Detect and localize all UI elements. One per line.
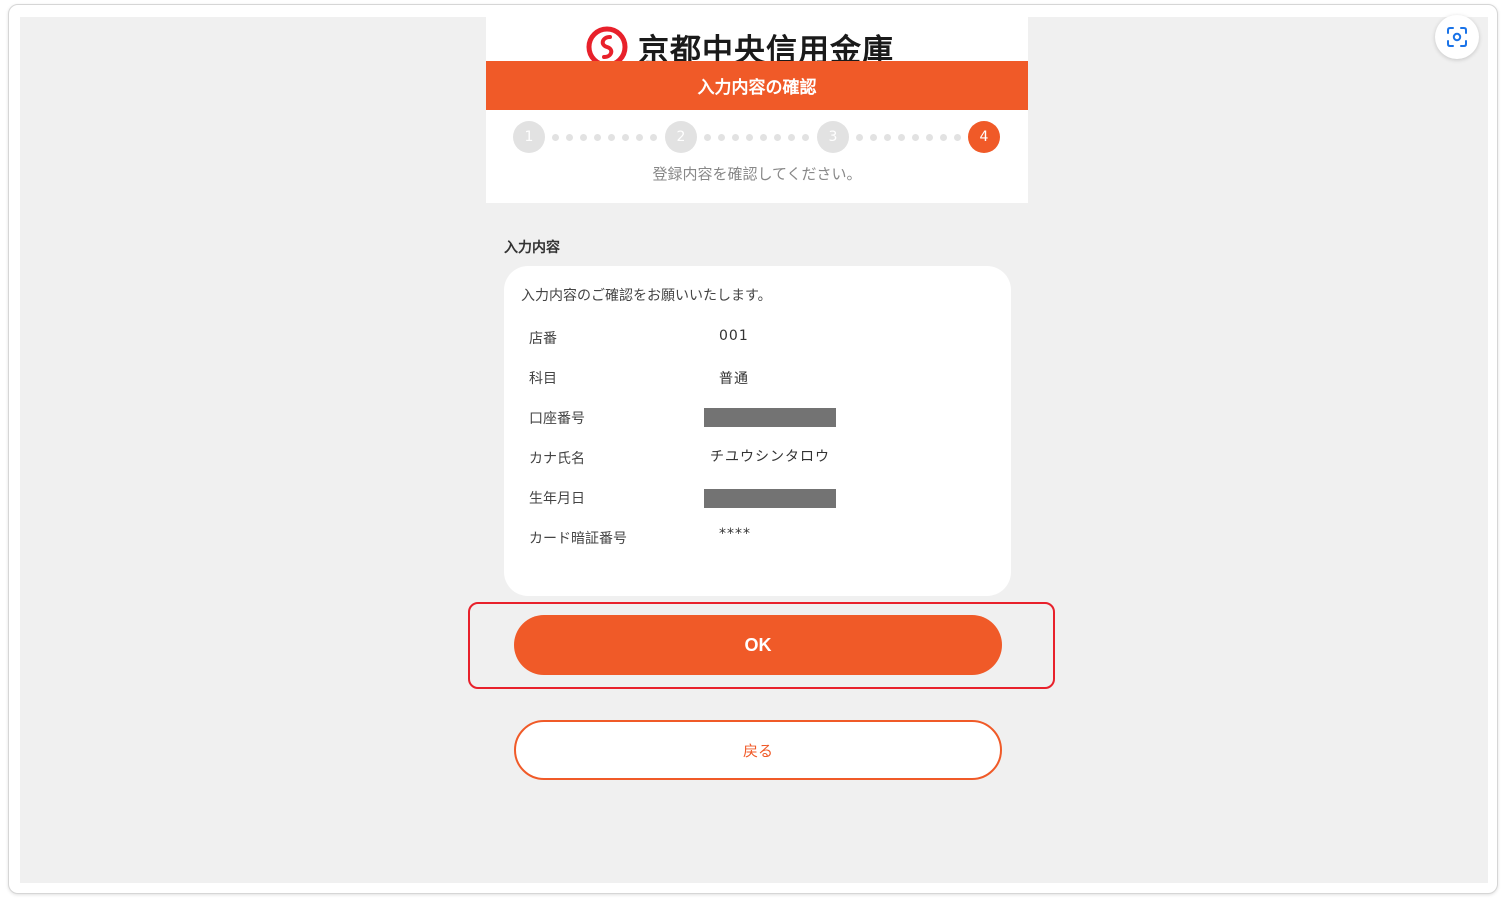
step-connector-dot [870, 134, 877, 141]
step-connector-dot [746, 134, 753, 141]
step-connector-dot [774, 134, 781, 141]
row-value-account-number-redacted [704, 408, 836, 427]
row-label-birth-date: 生年月日 [529, 491, 585, 507]
row-value-card-pin: **** [719, 526, 751, 542]
window-frame: 京都中央信用金庫 入力内容の確認 1 2 3 4 登録内容を確認してください。 … [8, 4, 1498, 894]
row-value-branch-number: 001 [719, 328, 749, 344]
step-connector-dot [718, 134, 725, 141]
step-connector-dot [940, 134, 947, 141]
step-connector-dot [580, 134, 587, 141]
section-label: 入力内容 [504, 240, 560, 256]
row-label-kana-name: カナ氏名 [529, 451, 585, 467]
step-connector-dot [856, 134, 863, 141]
step-indicator-3: 3 [817, 121, 849, 153]
row-label-branch-number: 店番 [529, 331, 557, 347]
back-button[interactable]: 戻る [514, 720, 1002, 780]
step-connector-dot [802, 134, 809, 141]
confirmation-intro: 入力内容のご確認をお願いいたします。 [521, 288, 772, 304]
row-label-account-number: 口座番号 [529, 411, 585, 427]
step-connector-dot [566, 134, 573, 141]
step-connector-dot [552, 134, 559, 141]
step-connector-dot [954, 134, 961, 141]
row-label-account-type: 科目 [529, 371, 557, 387]
page-title-banner: 入力内容の確認 [486, 61, 1028, 110]
row-value-birth-date-redacted [704, 489, 836, 508]
step-indicator-4-current: 4 [968, 121, 1000, 153]
step-connector-dot [898, 134, 905, 141]
step-connector-dot [788, 134, 795, 141]
step-indicator-2: 2 [665, 121, 697, 153]
step-connector-dot [926, 134, 933, 141]
row-value-kana-name: チユウシンタロウ [710, 449, 830, 465]
step-connector-dot [650, 134, 657, 141]
step-connector-dot [704, 134, 711, 141]
page-canvas: 京都中央信用金庫 入力内容の確認 1 2 3 4 登録内容を確認してください。 … [20, 17, 1488, 883]
confirmation-panel: 入力内容のご確認をお願いいたします。 店番 001 科目 普通 口座番号 カナ氏… [504, 266, 1011, 596]
screenshot-lens-button[interactable] [1435, 15, 1479, 59]
step-connector-dot [594, 134, 601, 141]
step-indicator-1: 1 [513, 121, 545, 153]
row-value-account-type: 普通 [719, 371, 749, 387]
step-connector-dot [636, 134, 643, 141]
step-instruction: 登録内容を確認してください。 [652, 165, 862, 183]
step-connector-dot [912, 134, 919, 141]
row-label-card-pin: カード暗証番号 [529, 531, 627, 547]
step-connector-dot [732, 134, 739, 141]
page-title: 入力内容の確認 [697, 78, 817, 98]
step-connector-dot [884, 134, 891, 141]
scan-lens-icon [1447, 27, 1467, 47]
ok-button[interactable]: OK [514, 615, 1002, 675]
step-connector-dot [608, 134, 615, 141]
step-connector-dot [622, 134, 629, 141]
step-connector-dot [760, 134, 767, 141]
header-card: 京都中央信用金庫 入力内容の確認 1 2 3 4 登録内容を確認してください。 [486, 17, 1028, 203]
